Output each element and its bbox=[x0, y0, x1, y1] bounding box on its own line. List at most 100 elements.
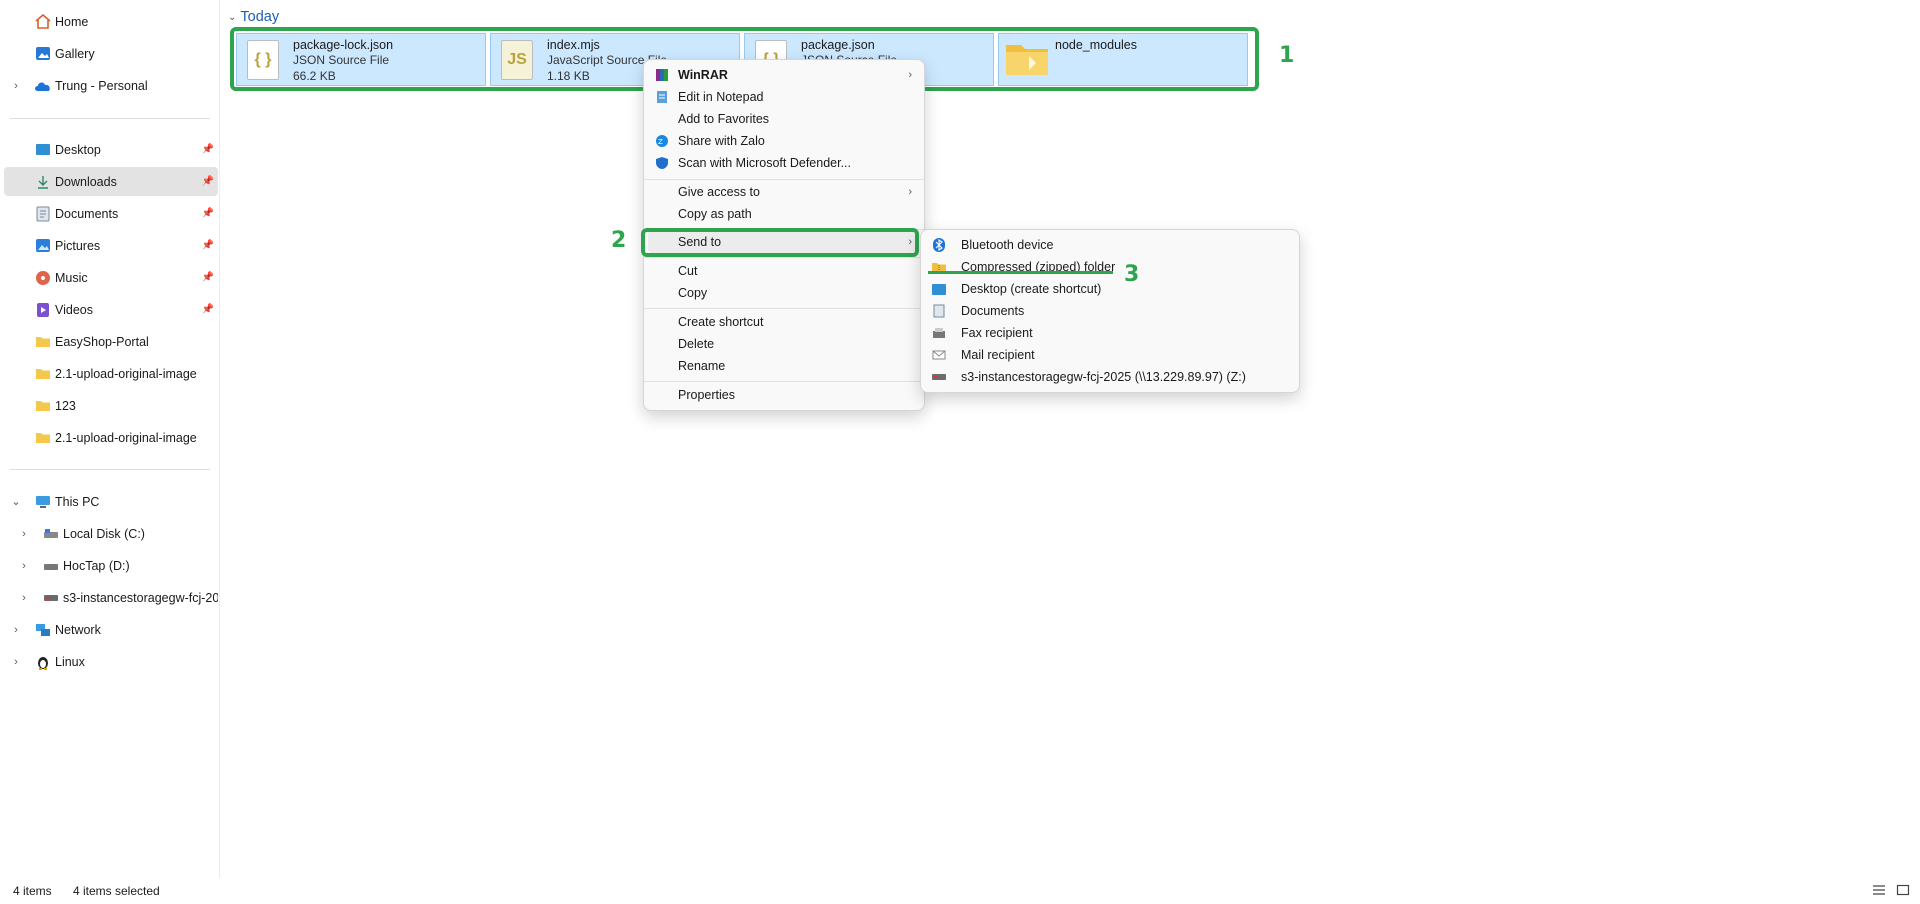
sidebar-item-upload-original-image[interactable]: 2.1-upload-original-image bbox=[4, 359, 218, 388]
navigation-pane: Home Gallery › Trung - Personal Desktop … bbox=[0, 0, 220, 878]
sidebar-item-label: Linux bbox=[55, 654, 85, 669]
menu-item-add-to-favorites[interactable]: Add to Favorites bbox=[648, 108, 920, 130]
sidebar-item-desktop[interactable]: Desktop 📌 bbox=[4, 135, 218, 164]
sidebar-item-label: This PC bbox=[55, 494, 100, 509]
chevron-right-icon[interactable]: › bbox=[10, 656, 22, 668]
menu-item-edit-in-notepad[interactable]: Edit in Notepad bbox=[648, 86, 920, 108]
sidebar-item-label: Network bbox=[55, 622, 101, 637]
sidebar-item-pictures[interactable]: Pictures 📌 bbox=[4, 231, 218, 260]
menu-item-winrar[interactable]: WinRAR › bbox=[648, 64, 920, 86]
sidebar-item-hoctap-d[interactable]: › HocTap (D:) bbox=[4, 551, 218, 580]
sidebar-item-label: 2.1-upload-original-image bbox=[55, 366, 197, 381]
music-icon bbox=[34, 270, 52, 286]
onedrive-icon bbox=[34, 78, 52, 94]
sidebar-item-s3-drive[interactable]: › s3-instancestoragegw-fcj-202 bbox=[4, 583, 218, 612]
sidebar-divider bbox=[10, 469, 210, 470]
menu-item-properties[interactable]: Properties bbox=[648, 384, 920, 406]
menu-item-mail-recipient[interactable]: Mail recipient bbox=[925, 344, 1295, 366]
linux-icon bbox=[34, 654, 52, 670]
menu-separator bbox=[644, 381, 924, 382]
home-icon bbox=[34, 14, 52, 30]
menu-item-rename[interactable]: Rename bbox=[648, 355, 920, 377]
sidebar-item-123[interactable]: 123 bbox=[4, 391, 218, 420]
sidebar-item-linux[interactable]: › Linux bbox=[4, 647, 218, 676]
sidebar-item-label: Home bbox=[55, 14, 89, 29]
menu-item-desktop-shortcut[interactable]: Desktop (create shortcut) bbox=[925, 278, 1295, 300]
sidebar-item-label: HocTap (D:) bbox=[63, 558, 130, 573]
menu-item-share-with-zalo[interactable]: Z Share with Zalo bbox=[648, 130, 920, 152]
desktop-icon bbox=[931, 281, 947, 297]
details-view-icon[interactable] bbox=[1872, 884, 1886, 896]
annotation-number-3: 3 bbox=[1124, 262, 1140, 287]
sidebar-item-onedrive[interactable]: › Trung - Personal bbox=[4, 71, 218, 100]
menu-item-bluetooth-device[interactable]: Bluetooth device bbox=[925, 234, 1295, 256]
sidebar-item-label: Downloads bbox=[55, 174, 117, 189]
menu-item-s3-network-drive[interactable]: s3-instancestoragegw-fcj-2025 (\\13.229.… bbox=[925, 366, 1295, 388]
sidebar-item-label: s3-instancestoragegw-fcj-202 bbox=[63, 590, 218, 605]
group-header-today[interactable]: ⌄ Today bbox=[228, 9, 279, 25]
sidebar-item-this-pc[interactable]: ⌄ This PC bbox=[4, 487, 218, 516]
chevron-down-icon[interactable]: ⌄ bbox=[10, 495, 22, 508]
menu-separator bbox=[644, 179, 924, 180]
tiles-view-icon[interactable] bbox=[1896, 884, 1910, 896]
menu-item-create-shortcut[interactable]: Create shortcut bbox=[648, 311, 920, 333]
menu-item-documents[interactable]: Documents bbox=[925, 300, 1295, 322]
sidebar-item-label: Desktop bbox=[55, 142, 101, 157]
sidebar-item-documents[interactable]: Documents 📌 bbox=[4, 199, 218, 228]
menu-item-fax-recipient[interactable]: Fax recipient bbox=[925, 322, 1295, 344]
annotation-number-2: 2 bbox=[611, 228, 627, 253]
documents-icon bbox=[34, 206, 52, 222]
folder-icon bbox=[34, 398, 52, 414]
sidebar-item-label: Videos bbox=[55, 302, 93, 317]
videos-icon bbox=[34, 302, 52, 318]
defender-icon bbox=[654, 155, 670, 171]
menu-separator bbox=[644, 308, 924, 309]
sidebar-item-label: 2.1-upload-original-image bbox=[55, 430, 197, 445]
sidebar-item-home[interactable]: Home bbox=[4, 7, 218, 36]
sidebar-item-label: Local Disk (C:) bbox=[63, 526, 145, 541]
menu-item-cut[interactable]: Cut bbox=[648, 260, 920, 282]
pc-icon bbox=[34, 494, 52, 510]
sidebar-item-downloads[interactable]: Downloads 📌 bbox=[4, 167, 218, 196]
chevron-right-icon[interactable]: › bbox=[18, 592, 30, 604]
view-switcher bbox=[1872, 884, 1910, 896]
sidebar-item-label: EasyShop-Portal bbox=[55, 334, 149, 349]
sidebar-item-local-disk-c[interactable]: › Local Disk (C:) bbox=[4, 519, 218, 548]
desktop-icon bbox=[34, 142, 52, 158]
drive-icon bbox=[42, 558, 60, 574]
menu-separator bbox=[644, 257, 924, 258]
sidebar-item-easyshop-portal[interactable]: EasyShop-Portal bbox=[4, 327, 218, 356]
chevron-right-icon[interactable]: › bbox=[10, 624, 22, 636]
sidebar-item-gallery[interactable]: Gallery bbox=[4, 39, 218, 68]
mail-icon bbox=[931, 347, 947, 363]
menu-item-copy[interactable]: Copy bbox=[648, 282, 920, 304]
sidebar-item-label: Trung - Personal bbox=[55, 78, 148, 93]
menu-item-compressed-folder[interactable]: Compressed (zipped) folder bbox=[925, 256, 1295, 278]
sidebar-divider bbox=[10, 118, 210, 119]
chevron-right-icon[interactable]: › bbox=[10, 80, 22, 92]
sidebar-item-upload-original-image-2[interactable]: 2.1-upload-original-image bbox=[4, 423, 218, 452]
annotation-number-1: 1 bbox=[1279, 43, 1295, 68]
zalo-icon: Z bbox=[654, 133, 670, 149]
sidebar-item-label: Gallery bbox=[55, 46, 95, 61]
status-selected-count: 4 items selected bbox=[73, 884, 160, 898]
menu-item-give-access-to[interactable]: Give access to › bbox=[648, 181, 920, 203]
folder-icon bbox=[34, 430, 52, 446]
menu-item-delete[interactable]: Delete bbox=[648, 333, 920, 355]
sidebar-item-videos[interactable]: Videos 📌 bbox=[4, 295, 218, 324]
sidebar-item-network[interactable]: › Network bbox=[4, 615, 218, 644]
sidebar-item-music[interactable]: Music 📌 bbox=[4, 263, 218, 292]
pin-icon: 📌 bbox=[201, 304, 214, 315]
winrar-icon bbox=[654, 67, 670, 83]
menu-item-scan-defender[interactable]: Scan with Microsoft Defender... bbox=[648, 152, 920, 174]
chevron-right-icon[interactable]: › bbox=[18, 528, 30, 540]
network-drive-icon bbox=[931, 369, 947, 385]
pin-icon: 📌 bbox=[201, 208, 214, 219]
sidebar-item-label: Pictures bbox=[55, 238, 101, 253]
menu-item-copy-as-path[interactable]: Copy as path bbox=[648, 203, 920, 225]
network-drive-icon bbox=[42, 590, 60, 606]
chevron-right-icon[interactable]: › bbox=[18, 560, 30, 572]
bluetooth-icon bbox=[931, 237, 947, 253]
status-bar: 4 items 4 items selected bbox=[0, 878, 1920, 904]
pin-icon: 📌 bbox=[201, 176, 214, 187]
